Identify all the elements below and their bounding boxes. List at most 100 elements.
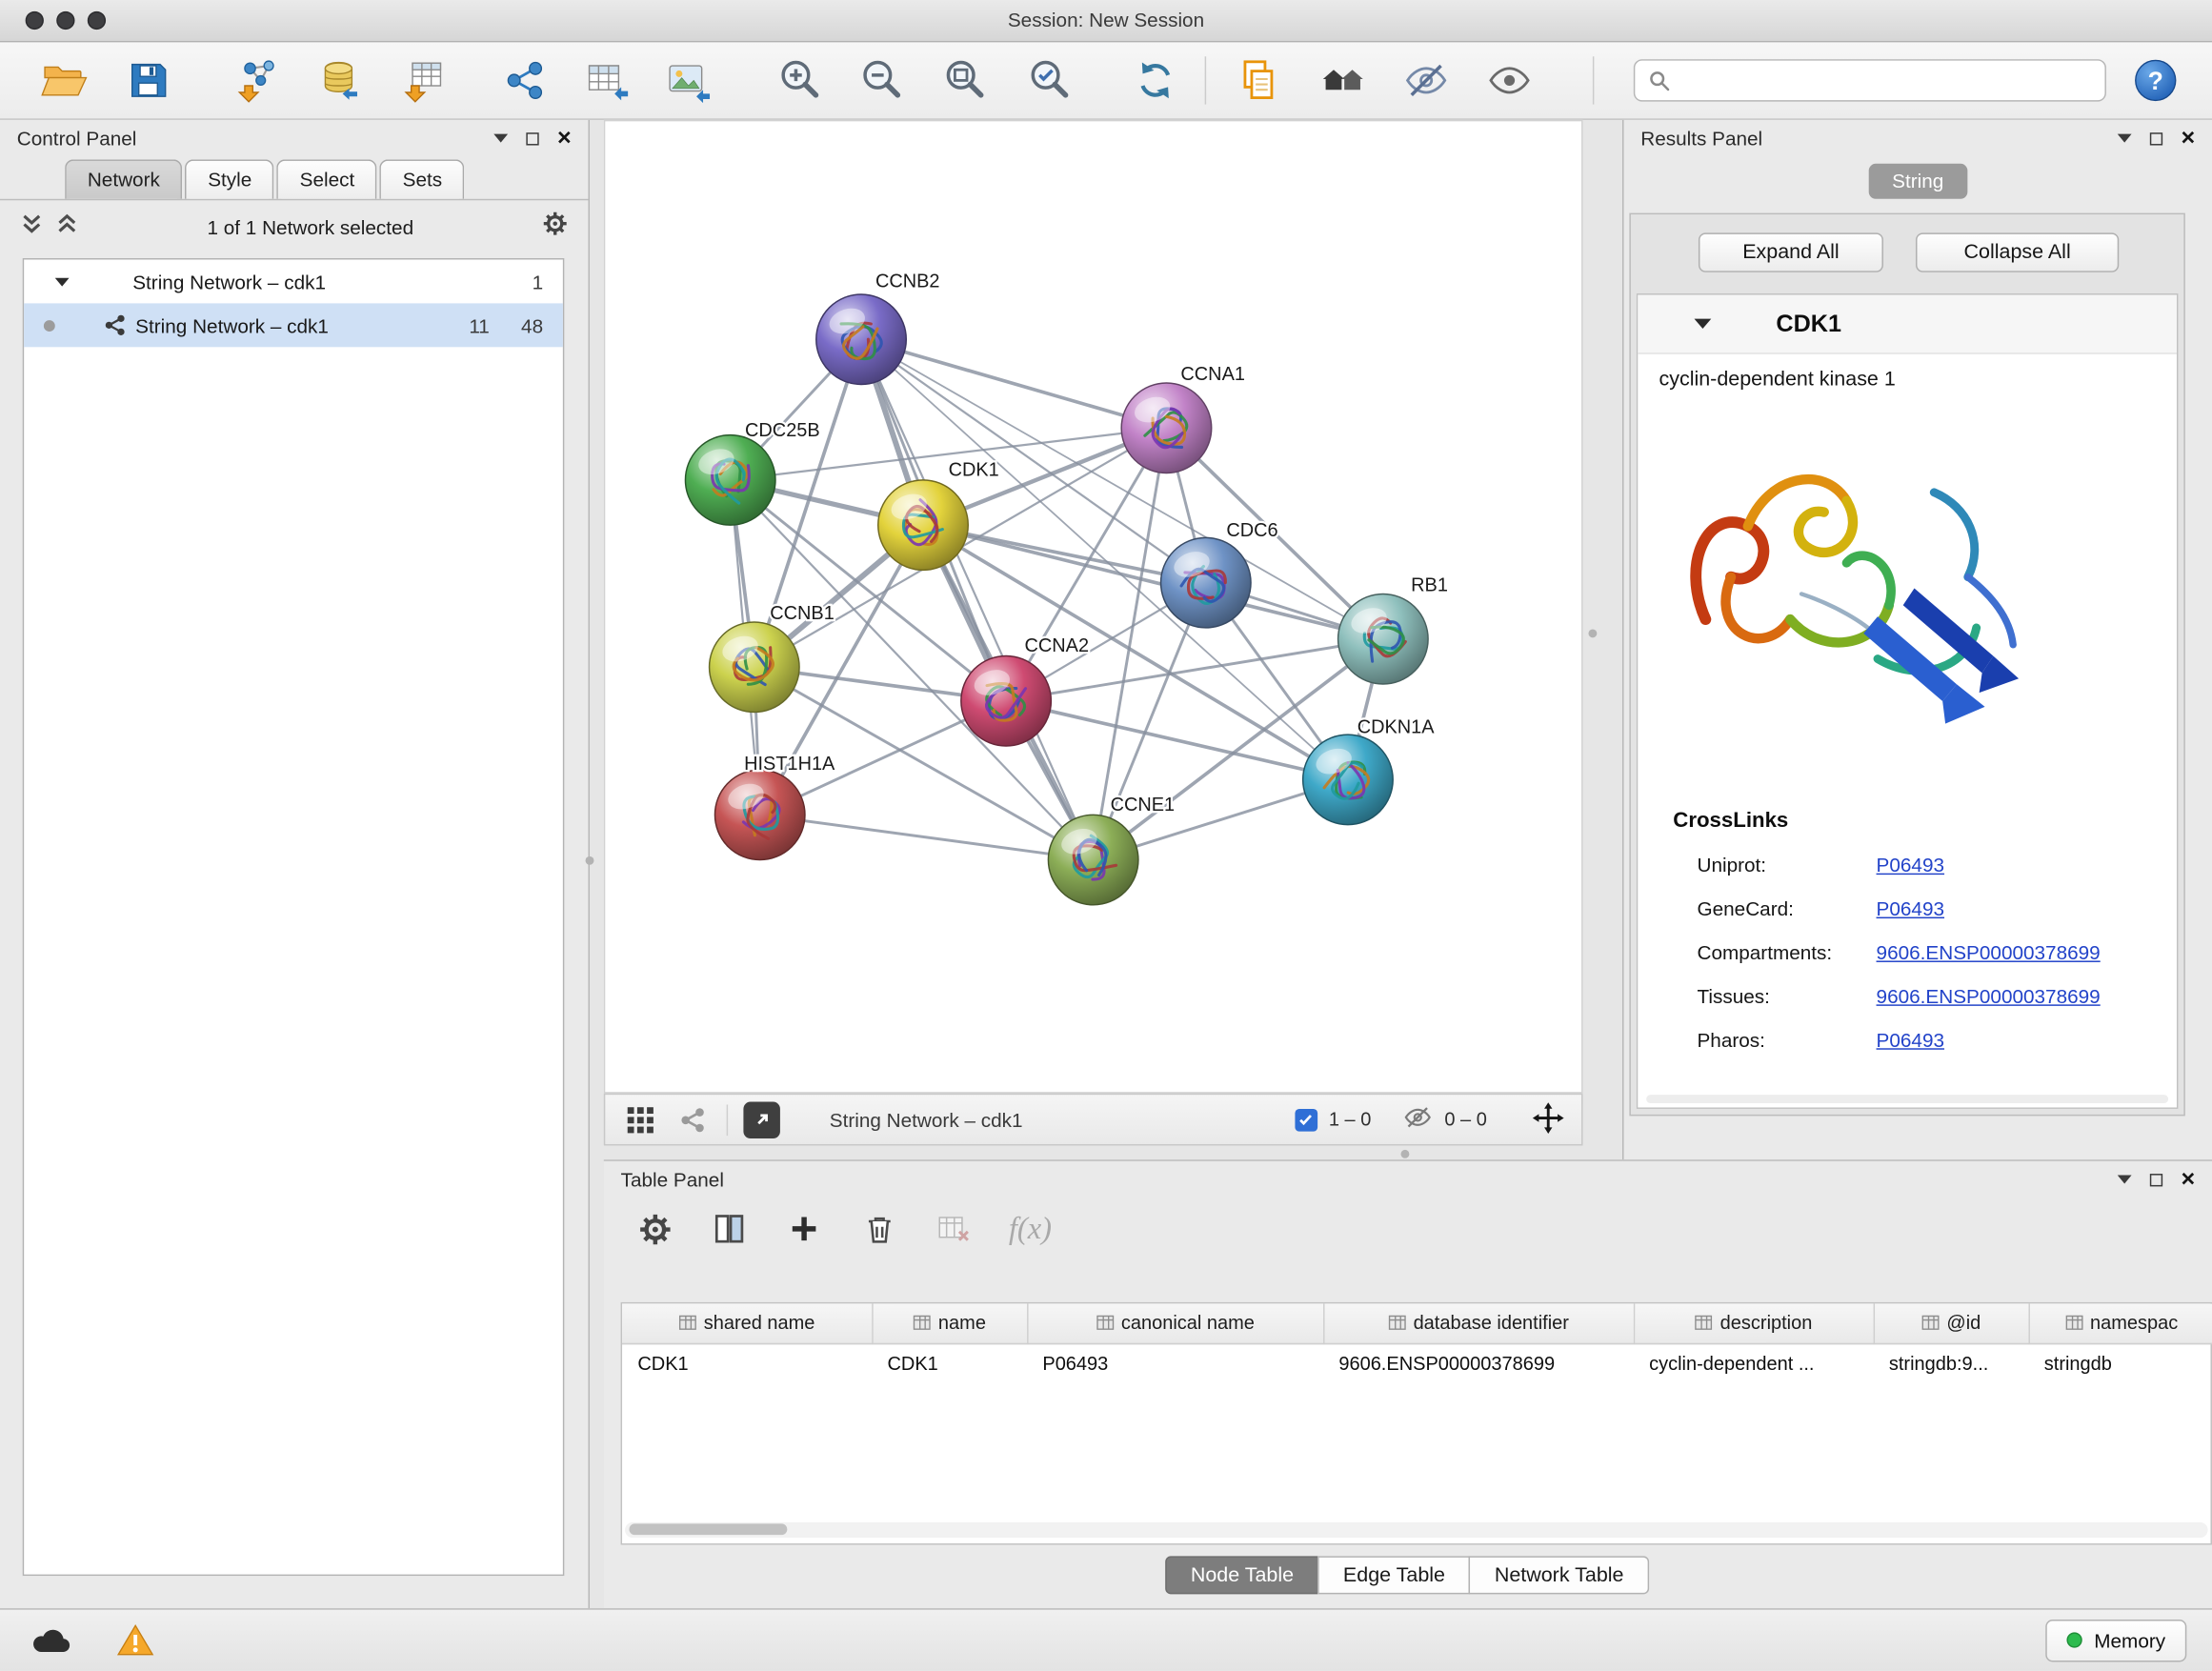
tab-node-table[interactable]: Node Table	[1165, 1556, 1319, 1594]
column-header-id[interactable]: @id	[1874, 1303, 2029, 1342]
open-session-icon[interactable]	[37, 53, 90, 107]
export-image-icon[interactable]	[662, 53, 715, 107]
clone-network-icon[interactable]	[1232, 53, 1285, 107]
function-builder-button[interactable]: f(x)	[1009, 1211, 1052, 1248]
zoom-in-icon[interactable]	[774, 53, 827, 107]
close-panel-icon[interactable]: ×	[2182, 129, 2196, 149]
network-node-CCNB2[interactable]: CCNB2	[816, 272, 940, 385]
column-header-name[interactable]: name	[872, 1303, 1027, 1342]
panel-menu-icon[interactable]	[493, 134, 508, 143]
table-options-gear-icon[interactable]	[634, 1209, 674, 1248]
network-node-RB1[interactable]: RB1	[1338, 575, 1448, 684]
crosslink-uniprot[interactable]: P06493	[1877, 854, 1944, 876]
column-header-canonical-name[interactable]: canonical name	[1027, 1303, 1323, 1342]
memory-button[interactable]: Memory	[2046, 1619, 2186, 1661]
network-collection-row[interactable]: String Network – cdk1 1	[24, 259, 563, 303]
hide-panel-eye-icon[interactable]	[1399, 53, 1453, 107]
tab-network-table[interactable]: Network Table	[1469, 1556, 1649, 1594]
gene-section-header[interactable]: CDK1	[1638, 294, 2177, 353]
horizontal-scrollbar[interactable]	[1646, 1095, 2168, 1103]
crosslink-tissues[interactable]: 9606.ENSP00000378699	[1877, 985, 2101, 1008]
network-share-icon[interactable]	[674, 1101, 712, 1138]
birdseye-view-icon[interactable]	[622, 1101, 659, 1138]
cell-name[interactable]: CDK1	[872, 1343, 1027, 1382]
float-panel-icon[interactable]	[526, 131, 538, 144]
network-node-HIST1H1A[interactable]: HIST1H1A	[714, 754, 835, 860]
tab-string[interactable]: String	[1868, 164, 1968, 199]
help-icon[interactable]: ?	[2129, 53, 2182, 107]
column-header-shared-name[interactable]: shared name	[622, 1303, 872, 1342]
cell-database-identifier[interactable]: 9606.ENSP00000378699	[1323, 1343, 1634, 1382]
search-input[interactable]	[1680, 70, 2092, 92]
network-node-CDK1[interactable]: CDK1	[878, 459, 999, 570]
panel-menu-icon[interactable]	[2118, 134, 2132, 143]
collapse-section-icon[interactable]	[1695, 319, 1712, 329]
network-node-CCNA1[interactable]: CCNA1	[1121, 364, 1245, 473]
float-panel-icon[interactable]	[2150, 131, 2162, 144]
panel-menu-icon[interactable]	[2118, 1176, 2132, 1184]
cell-description[interactable]: cyclin-dependent ...	[1634, 1343, 1874, 1382]
cell-canonical-name[interactable]: P06493	[1027, 1343, 1323, 1382]
collapse-all-button[interactable]: Collapse All	[1916, 232, 2119, 272]
network-node-CDKN1A[interactable]: CDKN1A	[1303, 717, 1436, 825]
cell-id[interactable]: stringdb:9...	[1874, 1343, 2029, 1382]
table-horizontal-scrollbar[interactable]	[625, 1522, 2208, 1538]
crosslink-compartments[interactable]: 9606.ENSP00000378699	[1877, 941, 2101, 964]
column-header-description[interactable]: description	[1634, 1303, 1874, 1342]
zoom-fit-icon[interactable]	[938, 53, 992, 107]
network-canvas[interactable]: CCNB2CCNA1CDC25BCDK1CDC6RB1CCNB1CCNA2CDK…	[604, 120, 1583, 1094]
refresh-icon[interactable]	[1129, 53, 1182, 107]
tab-select[interactable]: Select	[277, 159, 377, 198]
panel-resize-grip[interactable]	[586, 856, 594, 865]
network-row-selected[interactable]: String Network – cdk1 11 48	[24, 303, 563, 347]
titlebar: Session: New Session	[0, 0, 2212, 42]
show-panel-eye-icon[interactable]	[1482, 53, 1536, 107]
open-in-new-window-button[interactable]	[743, 1101, 780, 1138]
collapse-all-icon[interactable]	[20, 211, 44, 242]
save-session-icon[interactable]	[121, 53, 174, 107]
add-column-icon[interactable]	[784, 1209, 823, 1248]
expand-all-button[interactable]: Expand All	[1699, 232, 1883, 272]
cell-shared-name[interactable]: CDK1	[622, 1343, 872, 1382]
collapse-tree-icon[interactable]	[55, 277, 70, 286]
selected-checkbox-icon[interactable]	[1295, 1108, 1317, 1131]
hidden-eye-icon[interactable]	[1402, 1105, 1434, 1135]
column-header-database-identifier[interactable]: database identifier	[1323, 1303, 1634, 1342]
panel-resize-grip[interactable]	[1588, 629, 1597, 637]
tab-style[interactable]: Style	[186, 159, 274, 198]
node-label-CDKN1A: CDKN1A	[1357, 717, 1436, 738]
scrollbar-thumb[interactable]	[629, 1523, 787, 1535]
tab-sets[interactable]: Sets	[380, 159, 465, 198]
expand-all-icon[interactable]	[55, 211, 79, 242]
show-columns-icon[interactable]	[710, 1209, 749, 1248]
crosslink-pharos[interactable]: P06493	[1877, 1029, 1944, 1052]
tab-network[interactable]: Network	[65, 159, 182, 198]
network-label: String Network – cdk1	[135, 313, 329, 336]
new-table-icon[interactable]	[580, 53, 633, 107]
zoom-selected-icon[interactable]	[1023, 53, 1076, 107]
column-header-namespace[interactable]: namespac	[2028, 1303, 2212, 1342]
import-table-icon[interactable]	[396, 53, 450, 107]
cloud-icon[interactable]	[26, 1619, 76, 1661]
network-options-gear-icon[interactable]	[542, 210, 569, 244]
panel-resize-grip[interactable]	[1400, 1150, 1409, 1158]
zoom-out-icon[interactable]	[855, 53, 908, 107]
search-field[interactable]	[1634, 59, 2106, 101]
new-network-icon[interactable]	[498, 53, 552, 107]
tab-edge-table[interactable]: Edge Table	[1317, 1556, 1470, 1594]
float-panel-icon[interactable]	[2150, 1173, 2162, 1185]
cell-namespace[interactable]: stringdb	[2028, 1343, 2212, 1382]
import-network-database-icon[interactable]	[312, 53, 365, 107]
table-row[interactable]: CDK1 CDK1 P06493 9606.ENSP00000378699 cy…	[622, 1343, 2212, 1382]
pan-tool-icon[interactable]	[1532, 1101, 1564, 1138]
network-node-CDC6[interactable]: CDC6	[1161, 520, 1278, 628]
import-network-file-icon[interactable]	[230, 53, 283, 107]
network-node-CCNB1[interactable]: CCNB1	[710, 603, 835, 712]
close-panel-icon[interactable]: ×	[557, 129, 572, 149]
crosslink-genecard[interactable]: P06493	[1877, 897, 1944, 920]
crosslink-label: GeneCard:	[1697, 897, 1793, 920]
home-networks-icon[interactable]	[1317, 53, 1370, 107]
warning-icon[interactable]	[111, 1619, 161, 1661]
delete-column-icon[interactable]	[859, 1209, 898, 1248]
close-panel-icon[interactable]: ×	[2182, 1170, 2196, 1190]
